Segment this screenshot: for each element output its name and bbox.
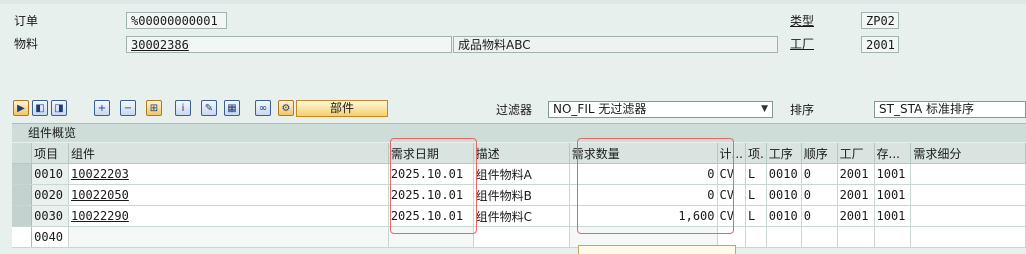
delete-row-icon[interactable]: − [120,100,136,116]
material-label: 物料 [14,37,39,51]
insert-row-icon[interactable]: + [94,100,110,116]
row-selector[interactable] [12,184,33,206]
column-header[interactable]: 项. [745,143,767,164]
date-cell[interactable]: 2025.10.01 [388,184,474,206]
column-header[interactable]: 描述 [473,143,570,164]
sequence-cell: 0 [801,163,838,185]
last-page-icon[interactable]: ◨ [51,100,67,116]
plant-label: 工厂 [790,37,815,51]
table-row[interactable]: 0020 10022050 2025.10.01 组件物料B 0 CV L 00… [12,184,1026,206]
operation-cell [766,226,802,248]
requirement-detail-cell [910,163,1026,185]
order-label: 订单 [14,14,39,28]
storage-location-cell: 1001 [874,163,912,185]
table-settings-icon[interactable]: ▦ [224,100,240,116]
description-cell: 组件物料A [473,163,570,185]
item-cell[interactable]: 0010 [31,163,70,185]
filter-dropdown-value: NO_FIL 无过滤器 [553,102,647,116]
filter-settings-icon[interactable]: ⚙ [278,100,294,116]
row-selector[interactable] [12,226,33,248]
date-cell[interactable]: 2025.10.01 [388,163,474,185]
item-cell[interactable]: 0020 [31,184,70,206]
table-row[interactable]: 0040 [12,226,1026,248]
component-cell[interactable]: 10022290 [68,205,389,227]
requirement-detail-cell [910,226,1026,248]
plant-cell: 2001 [837,163,875,185]
operation-cell: 0010 [766,184,802,206]
requirement-detail-cell [910,205,1026,227]
description-cell [473,226,570,248]
description-cell: 组件物料B [473,184,570,206]
sort-label: 排序 [790,103,815,117]
row-selector[interactable] [12,163,33,185]
plant-cell: 2001 [837,184,875,206]
type-label: 类型 [790,14,815,28]
column-header[interactable]: 顺序 [801,143,838,164]
binoculars-icon[interactable]: ∞ [255,100,271,116]
column-header[interactable]: 需求日期 [388,143,474,164]
row-selector-header[interactable] [12,143,33,164]
first-page-icon[interactable]: ◧ [32,100,48,116]
table-row[interactable]: 0030 10022290 2025.10.01 组件物料C 1,600 CV … [12,205,1026,227]
item-category-cell: L [745,205,767,227]
date-cell[interactable] [388,226,474,248]
component-cell[interactable]: 10022203 [68,163,389,185]
quantity-cell[interactable]: 1,600 [569,205,718,227]
info-icon[interactable]: i [175,100,191,116]
type-field[interactable]: ZP02 [861,12,899,29]
parts-button[interactable]: 部件 [296,100,388,117]
column-header[interactable]: 工厂 [837,143,875,164]
item-category-cell: L [745,163,767,185]
item-cell[interactable]: 0030 [31,205,70,227]
description-cell: 组件物料C [473,205,570,227]
component-cell[interactable] [68,226,389,248]
uom-cell: CV [717,184,746,206]
filter-label: 过滤器 [496,103,533,117]
date-cell[interactable]: 2025.10.01 [388,205,474,227]
uom-cell: CV [717,163,746,185]
requirement-detail-cell [910,184,1026,206]
row-selector[interactable] [12,205,33,227]
sort-dropdown[interactable]: ST_STA 标准排序 [874,101,1026,118]
column-header[interactable]: 工序 [766,143,802,164]
item-cell[interactable]: 0040 [31,226,70,248]
column-header[interactable]: 组件 [68,143,389,164]
tooltip-edge [578,245,736,254]
material-description-field: 成品物料ABC [453,36,778,53]
operation-cell: 0010 [766,163,802,185]
quantity-cell[interactable]: 0 [569,184,718,206]
filter-dropdown[interactable]: NO_FIL 无过滤器 ▼ [548,101,773,118]
uom-cell: CV [717,205,746,227]
item-category-cell [745,226,767,248]
storage-location-cell: 1001 [874,184,912,206]
column-header[interactable]: 存... [874,143,912,164]
column-header[interactable]: 需求数量 [569,143,718,164]
hierarchy-icon[interactable]: ⊞ [146,100,162,116]
plant-field[interactable]: 2001 [861,36,899,53]
component-cell[interactable]: 10022050 [68,184,389,206]
top-border [0,0,1026,4]
table-row[interactable]: 0010 10022203 2025.10.01 组件物料A 0 CV L 00… [12,163,1026,185]
component-table: 项目 组件 需求日期 描述 需求数量 计... 项. 工序 顺序 工厂 存...… [12,143,1026,248]
sequence-cell [801,226,838,248]
order-field[interactable]: %00000000001 [126,12,227,29]
quantity-cell[interactable]: 0 [569,163,718,185]
item-category-cell: L [745,184,767,206]
edit-icon[interactable]: ✎ [201,100,217,116]
material-field[interactable]: 30002386 [126,36,452,53]
plant-cell [837,226,875,248]
table-header-row: 项目 组件 需求日期 描述 需求数量 计... 项. 工序 顺序 工厂 存...… [12,143,1026,164]
storage-location-cell [874,226,912,248]
column-header[interactable]: 项目 [31,143,70,164]
operation-cell: 0010 [766,205,802,227]
component-overview-title: 组件概览 [12,123,1026,142]
storage-location-cell: 1001 [874,205,912,227]
sequence-cell: 0 [801,184,838,206]
sequence-cell: 0 [801,205,838,227]
bookmark-icon[interactable]: ▶ [13,100,29,116]
plant-cell: 2001 [837,205,875,227]
column-header[interactable]: 需求细分 [910,143,1026,164]
column-header[interactable]: 计... [717,143,746,164]
chevron-down-icon: ▼ [761,104,768,114]
